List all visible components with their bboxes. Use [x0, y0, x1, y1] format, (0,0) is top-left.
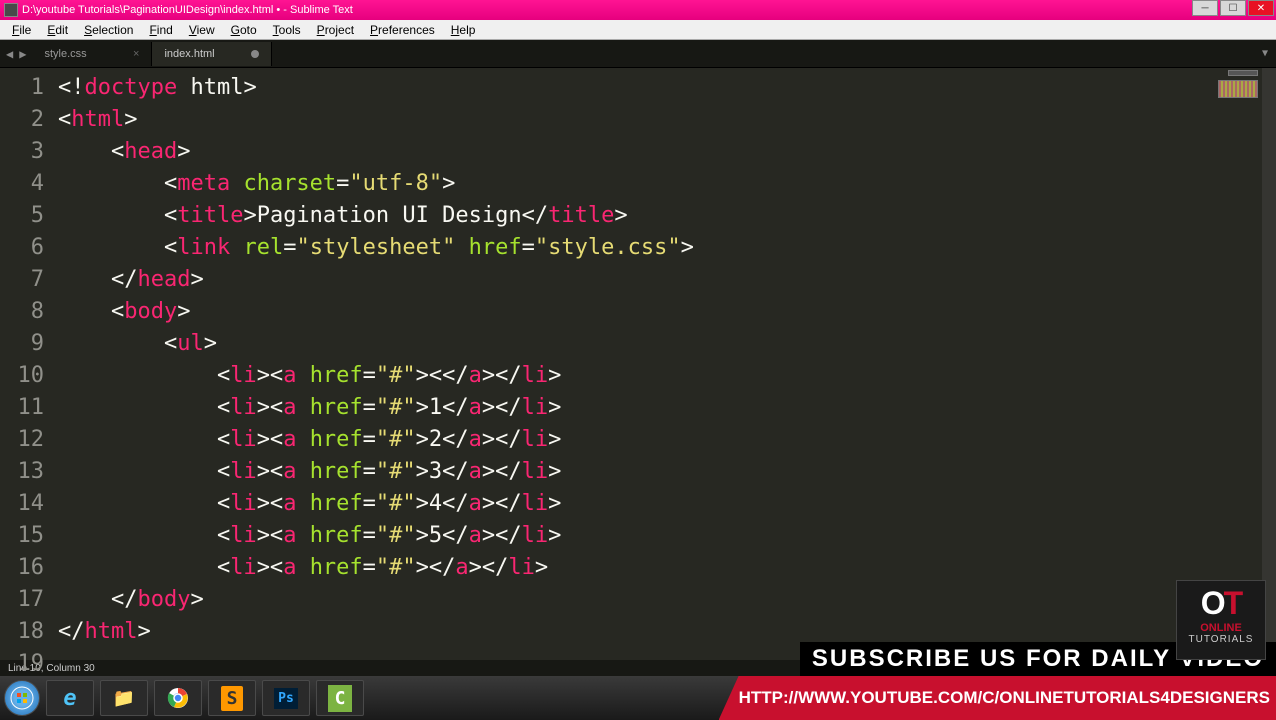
window-titlebar: D:\youtube Tutorials\PaginationUIDesign\… [0, 0, 1276, 20]
code-line[interactable]: </head> [58, 264, 1276, 296]
minimize-button[interactable]: ─ [1192, 0, 1218, 16]
tab-close-icon[interactable]: × [133, 48, 139, 60]
tab-bar: ◀ ▶ style.css × index.html ▼ [0, 40, 1276, 68]
menu-file[interactable]: File [4, 21, 39, 39]
menu-edit[interactable]: Edit [39, 21, 76, 39]
maximize-button[interactable]: ☐ [1220, 0, 1246, 16]
taskbar-start-icon[interactable] [4, 680, 40, 716]
code-line[interactable]: <body> [58, 296, 1276, 328]
tab-index-html[interactable]: index.html [152, 42, 272, 66]
code-line[interactable]: <ul> [58, 328, 1276, 360]
code-line[interactable]: <li><a href="#"><</a></li> [58, 360, 1276, 392]
ot-logo: OT ONLINE TUTORIALS [1176, 580, 1266, 660]
dirty-indicator-icon [251, 50, 259, 58]
window-title: D:\youtube Tutorials\PaginationUIDesign\… [22, 4, 353, 16]
code-content[interactable]: <!doctype html><html> <head> <meta chars… [58, 68, 1276, 660]
code-line[interactable]: <meta charset="utf-8"> [58, 168, 1276, 200]
menu-goto[interactable]: Goto [223, 21, 265, 39]
code-line[interactable]: <li><a href="#"></a></li> [58, 552, 1276, 584]
tab-dropdown-icon[interactable]: ▼ [1262, 48, 1268, 59]
taskbar-photoshop-icon[interactable]: Ps [262, 680, 310, 716]
menu-find[interactable]: Find [141, 21, 180, 39]
minimap[interactable] [1198, 70, 1258, 100]
vertical-scrollbar[interactable] [1262, 68, 1276, 660]
taskbar-explorer-icon[interactable]: 📁 [100, 680, 148, 716]
taskbar-camtasia-icon[interactable]: C [316, 680, 364, 716]
nav-back-icon[interactable]: ◀ [6, 47, 13, 61]
code-line[interactable]: <link rel="stylesheet" href="style.css"> [58, 232, 1276, 264]
code-line[interactable]: <li><a href="#">3</a></li> [58, 456, 1276, 488]
code-line[interactable]: <li><a href="#">4</a></li> [58, 488, 1276, 520]
menu-selection[interactable]: Selection [76, 21, 141, 39]
taskbar-ie-icon[interactable]: e [46, 680, 94, 716]
menu-view[interactable]: View [181, 21, 223, 39]
url-banner: HTTP://WWW.YOUTUBE.COM/C/ONLINETUTORIALS… [719, 676, 1276, 720]
tab-style-css[interactable]: style.css × [32, 42, 152, 66]
tab-label: index.html [164, 48, 214, 60]
close-button[interactable]: ✕ [1248, 0, 1274, 16]
line-gutter: 12345678910111213141516171819 [0, 68, 58, 660]
taskbar-sublime-icon[interactable]: S [208, 680, 256, 716]
code-line[interactable]: <!doctype html> [58, 72, 1276, 104]
code-line[interactable]: </body> [58, 584, 1276, 616]
menu-help[interactable]: Help [443, 21, 484, 39]
code-line[interactable]: <li><a href="#">5</a></li> [58, 520, 1276, 552]
code-line[interactable]: <html> [58, 104, 1276, 136]
taskbar-chrome-icon[interactable] [154, 680, 202, 716]
menu-bar: FileEditSelectionFindViewGotoToolsProjec… [0, 20, 1276, 40]
code-line[interactable]: <li><a href="#">1</a></li> [58, 392, 1276, 424]
code-line[interactable]: <li><a href="#">2</a></li> [58, 424, 1276, 456]
code-line[interactable]: <head> [58, 136, 1276, 168]
nav-forward-icon[interactable]: ▶ [19, 47, 26, 61]
menu-tools[interactable]: Tools [265, 21, 309, 39]
tab-label: style.css [44, 48, 86, 60]
editor-area[interactable]: 12345678910111213141516171819 <!doctype … [0, 68, 1276, 660]
code-line[interactable]: <title>Pagination UI Design</title> [58, 200, 1276, 232]
app-icon [4, 3, 18, 17]
menu-preferences[interactable]: Preferences [362, 21, 443, 39]
menu-project[interactable]: Project [309, 21, 362, 39]
